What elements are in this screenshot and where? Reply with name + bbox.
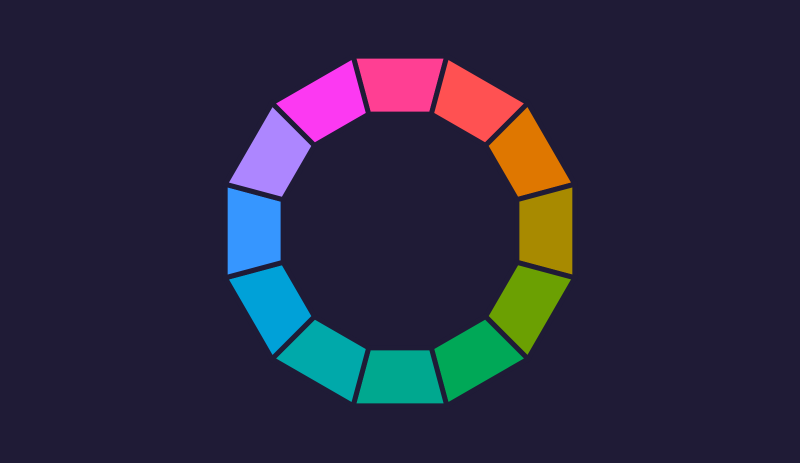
color-wheel-stage <box>0 0 800 463</box>
color-wheel <box>221 52 579 410</box>
